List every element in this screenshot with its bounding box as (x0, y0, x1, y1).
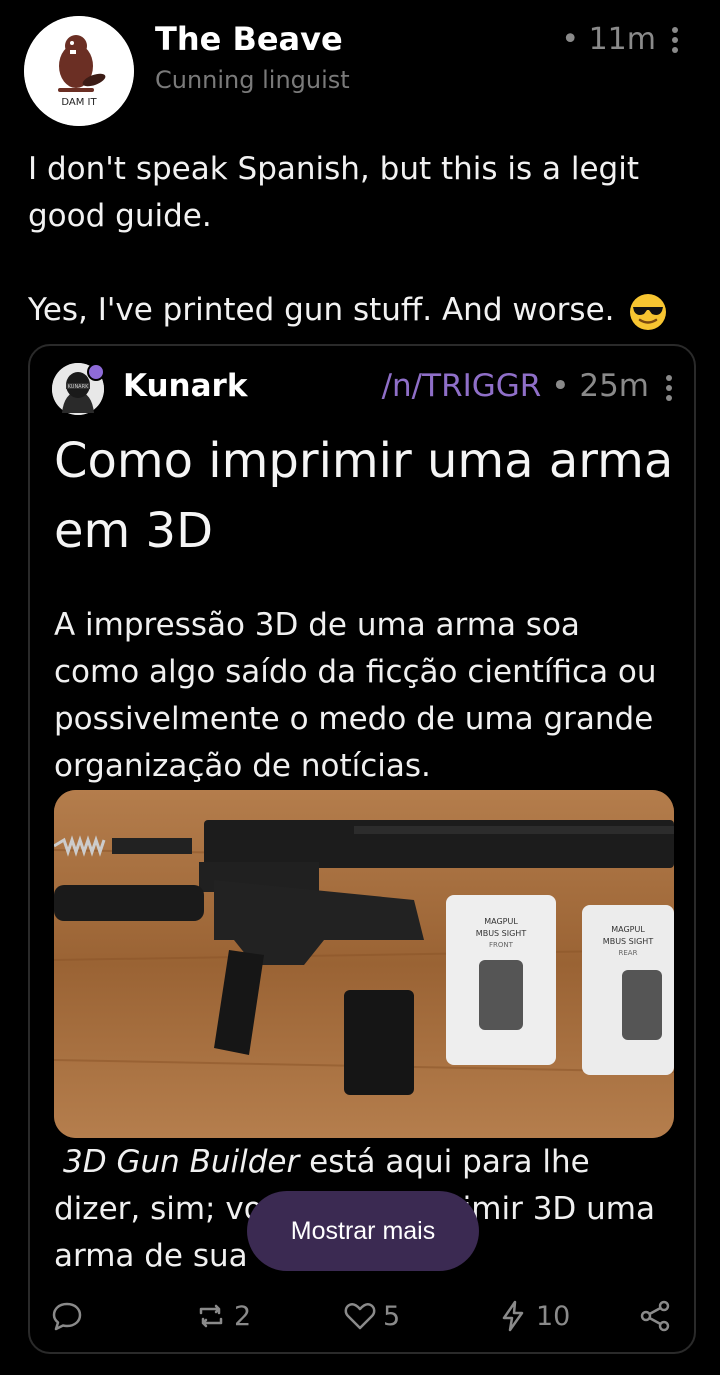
author-username[interactable]: Cunning linguist (155, 66, 350, 94)
quoted-body-text: arma de sua (54, 1238, 248, 1274)
sight-pack-title: MBUS SIGHT (476, 929, 527, 938)
like-count: 5 (383, 1300, 401, 1332)
sight-pack-title: MBUS SIGHT (603, 937, 654, 946)
action-bar: 2 5 10 (30, 1291, 694, 1341)
quoted-post-card[interactable]: KUNARK Kunark /n/TRIGGR • 25m Como impri… (28, 344, 696, 1354)
avatar-caption: KUNARK (68, 384, 89, 390)
post-body: I don't speak Spanish, but this is a leg… (28, 146, 700, 334)
more-options-icon[interactable] (670, 26, 680, 54)
lightning-icon (502, 1300, 524, 1332)
more-options-icon[interactable] (664, 374, 674, 402)
sight-pack-sub: FRONT (489, 941, 514, 949)
post-timestamp: • 11m (561, 22, 656, 57)
share-button[interactable] (638, 1291, 672, 1341)
beaver-logo-icon: DAM IT (24, 16, 134, 126)
repost-icon (199, 1304, 223, 1328)
sight-pack-sub: REAR (619, 949, 638, 957)
zap-count: 10 (536, 1300, 571, 1332)
avatar-caption: DAM IT (61, 97, 97, 108)
sight-pack-brand: MAGPUL (484, 917, 518, 926)
post-paragraph: I don't speak Spanish, but this is a leg… (28, 151, 639, 234)
community-link[interactable]: /n/TRIGGR (382, 368, 542, 404)
like-button[interactable]: 5 (343, 1291, 400, 1341)
quoted-meta: /n/TRIGGR • 25m (382, 368, 649, 404)
author-avatar[interactable]: DAM IT (24, 16, 134, 126)
quoted-body-emphasis: 3D Gun Builder (63, 1144, 300, 1180)
sunglasses-emoji-icon (630, 293, 667, 330)
post-header: DAM IT The Beave Cunning linguist • 11m (0, 0, 720, 135)
quoted-author-name[interactable]: Kunark (123, 368, 247, 404)
comment-button[interactable] (50, 1291, 84, 1341)
sight-pack-brand: MAGPUL (611, 925, 645, 934)
show-more-button[interactable]: Mostrar mais (247, 1191, 479, 1271)
author-display-name[interactable]: The Beave (155, 20, 343, 58)
repost-count: 2 (234, 1300, 252, 1332)
share-icon (640, 1300, 670, 1332)
post-paragraph: Yes, I've printed gun stuff. And worse. (28, 287, 700, 334)
heart-icon (344, 1303, 376, 1330)
post-paragraph-text: Yes, I've printed gun stuff. And worse. (28, 292, 615, 328)
quoted-body-text: imir 3D uma (462, 1191, 655, 1227)
repost-button[interactable]: 2 (194, 1291, 251, 1341)
quoted-body: A impressão 3D de uma arma soa como algo… (54, 607, 657, 784)
comment-icon (52, 1302, 82, 1331)
gun-parts-image[interactable]: MAGPUL MBUS SIGHT FRONT MAGPUL MBUS SIGH… (54, 790, 674, 1138)
gun-parts-illustration: MAGPUL MBUS SIGHT FRONT MAGPUL MBUS SIGH… (54, 790, 674, 1138)
quoted-timestamp: • 25m (551, 368, 649, 404)
verified-badge-icon (87, 363, 105, 381)
zap-button[interactable]: 10 (496, 1291, 570, 1341)
quoted-title[interactable]: Como imprimir uma arma em 3D (54, 426, 674, 566)
